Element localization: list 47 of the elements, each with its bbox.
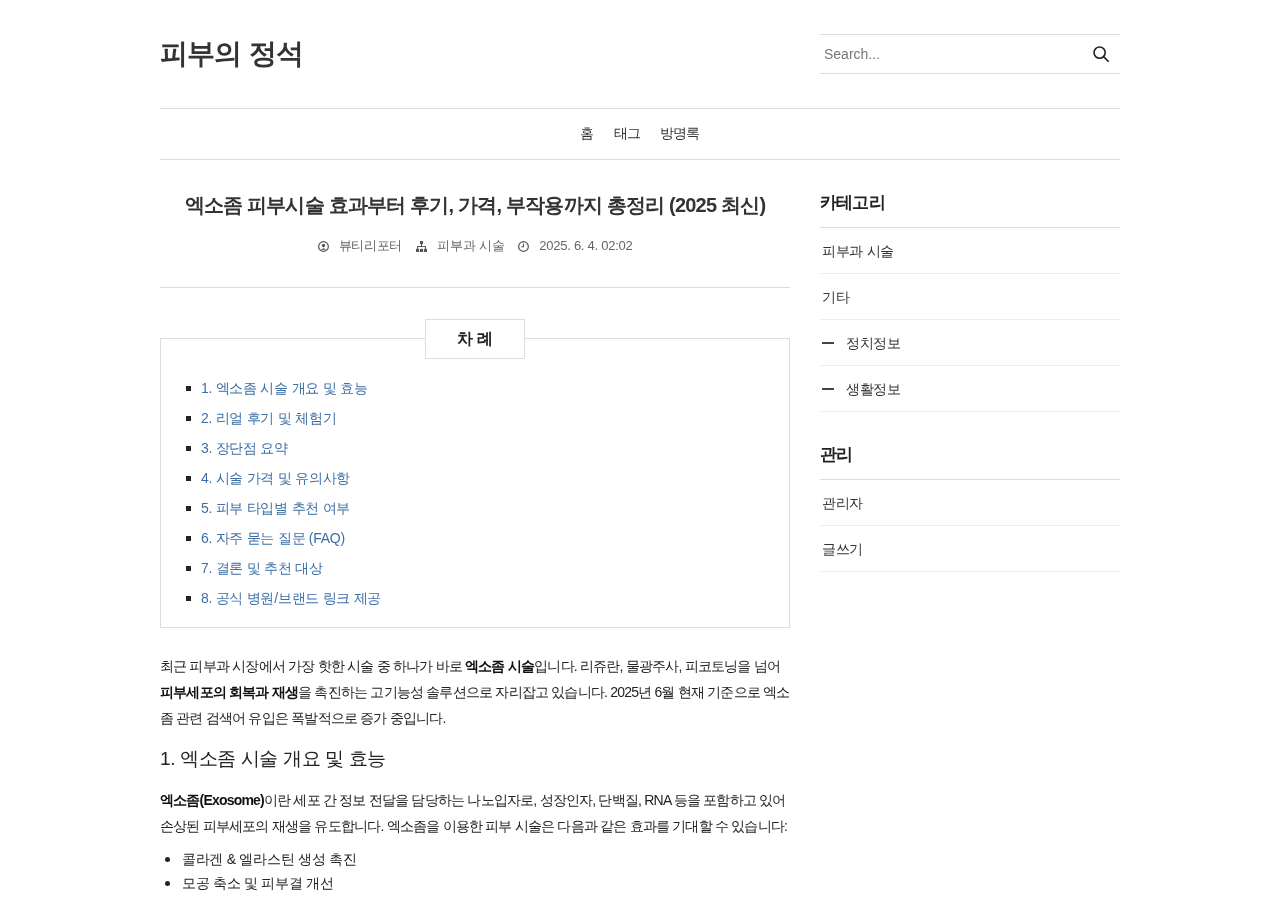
sidebar-heading: 관리 (820, 412, 1120, 480)
nav-link[interactable]: 태그 (613, 125, 640, 143)
dash-icon (822, 341, 834, 344)
sidebar-heading: 카테고리 (820, 160, 1120, 228)
toc-link[interactable]: 1. 엑소좀 시술 개요 및 효능 (201, 378, 368, 398)
sidebar-link[interactable]: 생활정보 (846, 378, 901, 399)
bullet-icon (186, 475, 191, 481)
toc-link[interactable]: 7. 결론 및 추천 대상 (201, 558, 323, 578)
toc-title: 차 례 (425, 319, 525, 359)
toc-link[interactable]: 4. 시술 가격 및 유의사항 (201, 468, 351, 488)
author-name: 뷰티리포터 (338, 237, 403, 255)
body-paragraph: 엑소좀(Exosome)이란 세포 간 정보 전달을 담당하는 나노입자로, 성장인자, 단백질, RNA 등을 포함하고 있어 손상된 피부세포의 재생을 유도합니다. 엑소좀을 이용한 피부 시술은 다음과 같은 효과를 기대할 수 있습니다: (160, 791, 789, 836)
search-icon[interactable] (1093, 46, 1109, 62)
bullet-icon (186, 535, 191, 541)
toc-link[interactable]: 3. 장단점 요약 (201, 438, 288, 458)
toc-link[interactable]: 6. 자주 묻는 질문 (FAQ) (201, 528, 345, 548)
site-title[interactable]: 피부의 정석 (160, 34, 303, 74)
user-icon (317, 240, 329, 252)
nav-link[interactable]: 방명록 (660, 125, 700, 143)
clock-icon (518, 240, 530, 252)
toc-link[interactable]: 8. 공식 병원/브랜드 링크 제공 (201, 588, 382, 608)
sidebar-link[interactable]: 피부과 시술 (822, 240, 895, 261)
toc-link[interactable]: 5. 피부 타입별 추천 여부 (201, 498, 351, 518)
post-date: 2025. 6. 4. 02:02 (539, 237, 633, 255)
category-link[interactable]: 피부과 시술 (437, 236, 505, 256)
nav-link[interactable]: 홈 (580, 125, 594, 143)
dash-icon (822, 387, 834, 390)
section-heading: 1. 엑소좀 시술 개요 및 효능 (160, 747, 387, 771)
sidebar-link[interactable]: 정치정보 (846, 332, 901, 353)
sidebar-link[interactable]: 기타 (822, 286, 850, 307)
bullet-icon (186, 415, 191, 421)
bullet-icon (186, 595, 191, 601)
search-field[interactable]: Search... (820, 34, 1120, 74)
toc-link[interactable]: 2. 리얼 후기 및 체험기 (201, 408, 337, 428)
list-item: 콜라겐 & 엘라스틴 생성 촉진 (182, 850, 357, 869)
post-title: 엑소좀 피부시술 효과부터 후기, 가격, 부작용까지 총정리 (2025 최신) (183, 193, 767, 218)
hierarchy-icon (416, 240, 428, 252)
bullet-icon (186, 385, 191, 391)
body-paragraph: 최근 피부과 시장에서 가장 핫한 시술 중 하나가 바로 엑소좀 시술입니다. 리쥬란, 물광주사, 피코토닝을 넘어 피부세포의 회복과 재생을 촉진하는 고기능성 솔루션으로 자리잡고 있습니다. 2025년 6월 현재 기준으로 엑소좀 관련 검색어 유입은 폭발적으로 증가 중입니다. (160, 657, 790, 728)
sidebar-link[interactable]: 글쓰기 (822, 538, 864, 559)
sidebar-link[interactable]: 관리자 (822, 492, 864, 513)
bullet-icon (165, 880, 170, 886)
bullet-icon (165, 856, 170, 862)
bullet-icon (186, 445, 191, 451)
bullet-icon (186, 505, 191, 511)
list-item: 모공 축소 및 피부결 개선 (182, 874, 334, 893)
bullet-icon (186, 565, 191, 571)
